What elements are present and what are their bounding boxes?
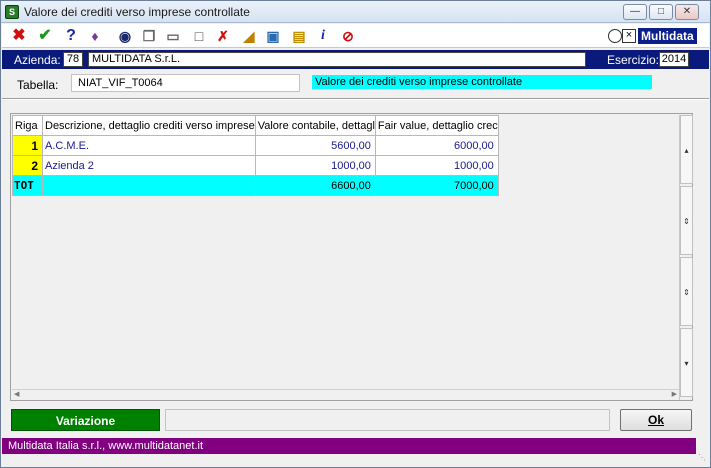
esercizio-label: Esercizio: (607, 53, 660, 67)
toolbar: ✖ ✔ ? ♦ ◉ ❐ ▭ □ ✗ ◢ ▣ ▤ i ⊘ × Multidata (2, 24, 709, 48)
azienda-code: 78 (63, 52, 83, 67)
ok-button-label: Ok (647, 413, 664, 427)
total-fair-value: 7000,00 (374, 175, 499, 196)
horizontal-scrollbar[interactable]: ◀ ▶ (12, 389, 679, 400)
total-label: TOT (12, 175, 43, 196)
status-field (165, 409, 610, 431)
info-icon[interactable]: i (314, 27, 332, 45)
page-up-button[interactable]: ⇕ (680, 186, 693, 255)
window-icon[interactable]: ▣ (264, 27, 282, 45)
cell-descrizione[interactable]: A.C.M.E. (42, 135, 256, 156)
new-document-icon[interactable]: □ (190, 27, 208, 45)
vertical-scrollbar[interactable]: ▴ ⇕ ⇕ ▾ (679, 115, 693, 400)
cell-fair-value[interactable]: 1000,00 (374, 155, 499, 176)
tabella-description: Valore dei crediti verso imprese control… (312, 75, 652, 89)
binoculars-icon[interactable]: ◉ (116, 27, 134, 45)
help-icon[interactable]: ? (62, 27, 80, 45)
scroll-right-icon[interactable]: ▶ (672, 390, 677, 398)
tabella-code-field[interactable]: NIAT_VIF_T0064 (71, 74, 300, 92)
brand-text: Multidata (638, 28, 697, 44)
table-row[interactable]: 2 Azienda 2 1000,00 1000,00 (12, 155, 499, 176)
minimize-button[interactable]: — (623, 4, 647, 20)
azienda-bar: Azienda: 78 MULTIDATA S.r.L. Esercizio: … (2, 50, 709, 69)
tabella-label: Tabella: (17, 78, 59, 92)
table-row[interactable]: 1 A.C.M.E. 5600,00 6000,00 (12, 135, 499, 156)
app-window: S Valore dei crediti verso imprese contr… (0, 0, 711, 468)
resize-grip-icon[interactable]: ⋱ (698, 453, 708, 463)
ruler-icon[interactable]: ◢ (240, 27, 258, 45)
footer-bar: Multidata Italia s.r.l., www.multidatane… (2, 438, 696, 454)
variazione-button[interactable]: Variazione (11, 409, 160, 431)
cell-valore-contabile[interactable]: 1000,00 (254, 155, 376, 176)
ok-button[interactable]: Ok (620, 409, 692, 431)
copy-icon[interactable]: ❐ (140, 27, 158, 45)
scroll-left-icon[interactable]: ◀ (14, 390, 19, 398)
total-empty-cell (42, 175, 256, 196)
multidata-brand: × Multidata (608, 27, 697, 45)
grid-table: Riga Descrizione, dettaglio crediti vers… (12, 115, 499, 196)
grid-header-row: Riga Descrizione, dettaglio crediti vers… (12, 115, 499, 136)
close-x-icon[interactable]: ✖ (10, 27, 28, 45)
row-number[interactable]: 1 (12, 135, 43, 156)
separator (2, 98, 709, 100)
multidata-logo-icon: × (608, 28, 638, 44)
close-window-button[interactable]: ✕ (675, 4, 699, 20)
title-bar[interactable]: S Valore dei crediti verso imprese contr… (1, 1, 710, 23)
folder-icon[interactable]: ▤ (290, 27, 308, 45)
header-fair-value[interactable]: Fair value, dettaglio crec (374, 115, 499, 136)
header-valore-contabile[interactable]: Valore contabile, dettagl (254, 115, 376, 136)
cell-descrizione[interactable]: Azienda 2 (42, 155, 256, 176)
book-icon[interactable]: ♦ (86, 27, 104, 45)
azienda-name: MULTIDATA S.r.L. (88, 52, 586, 67)
esercizio-value: 2014 (659, 52, 689, 67)
confirm-check-icon[interactable]: ✔ (36, 27, 54, 45)
paste-icon[interactable]: ▭ (164, 27, 182, 45)
header-descrizione[interactable]: Descrizione, dettaglio crediti verso imp… (42, 115, 256, 136)
window-title: Valore dei crediti verso imprese control… (24, 5, 250, 19)
no-edit-icon[interactable]: ⊘ (339, 27, 357, 45)
maximize-button[interactable]: □ (649, 4, 673, 20)
total-valore-contabile: 6600,00 (254, 175, 376, 196)
row-number[interactable]: 2 (12, 155, 43, 176)
azienda-label: Azienda: (14, 53, 61, 67)
cell-valore-contabile[interactable]: 5600,00 (254, 135, 376, 156)
scroll-down-button[interactable]: ▾ (680, 328, 693, 397)
cell-fair-value[interactable]: 6000,00 (374, 135, 499, 156)
delete-row-icon[interactable]: ✗ (214, 27, 232, 45)
header-riga[interactable]: Riga (12, 115, 43, 136)
app-icon: S (5, 5, 19, 19)
page-down-button[interactable]: ⇕ (680, 257, 693, 326)
data-grid: Riga Descrizione, dettaglio crediti vers… (10, 113, 693, 401)
total-row: TOT 6600,00 7000,00 (12, 175, 499, 196)
scroll-up-button[interactable]: ▴ (680, 115, 693, 184)
